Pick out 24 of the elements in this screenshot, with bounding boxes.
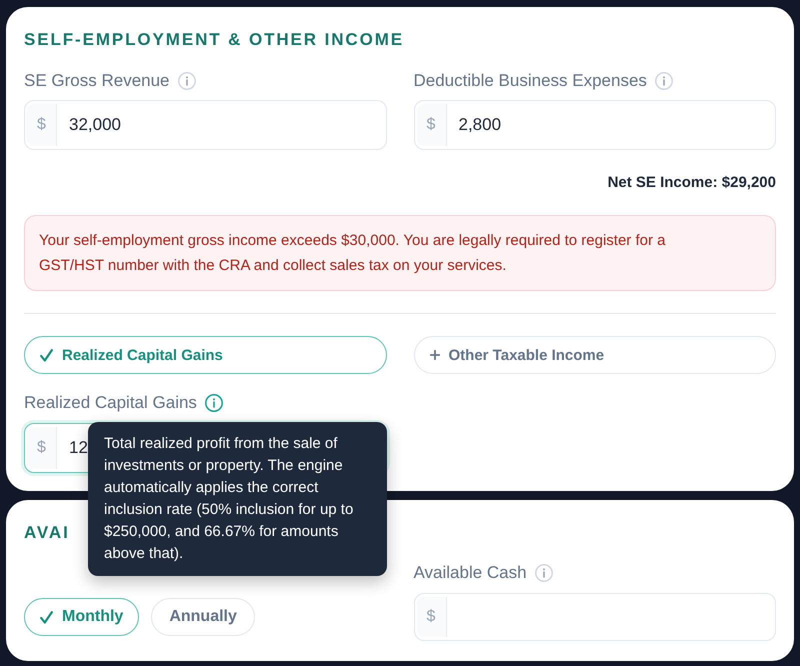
field-label: Realized Capital Gains xyxy=(24,393,197,413)
section-title: AVAI xyxy=(24,523,70,543)
toggle-button[interactable]: Realized Capital Gains xyxy=(24,336,386,374)
plus-icon xyxy=(430,350,440,360)
frequency-button[interactable]: Monthly xyxy=(24,598,140,636)
currency-prefix: $ xyxy=(416,597,446,637)
field-label: Deductible Business Expenses xyxy=(414,71,647,91)
currency-prefix: $ xyxy=(27,104,57,146)
warning-alert: Your self-employment gross income exceeds $30,000. You are legally required to register for a GST/HST number with the CRA and collect sales tax on your services. xyxy=(24,215,776,291)
field-label: SE Gross Revenue xyxy=(24,71,170,91)
net-income-total: Net SE Income: $29,200 xyxy=(608,174,776,192)
field-label: Available Cash xyxy=(414,563,527,583)
frequency-button[interactable]: Annually xyxy=(151,598,255,636)
info-icon[interactable] xyxy=(204,394,223,412)
check-icon xyxy=(40,348,53,362)
toggle-button[interactable]: Other Taxable Income xyxy=(414,336,776,374)
currency-prefix: $ xyxy=(27,427,57,469)
amount-input[interactable]: $ 32,000 xyxy=(24,100,386,150)
section-title: SELF-EMPLOYMENT & OTHER INCOME xyxy=(24,30,404,50)
amount-input[interactable]: $ xyxy=(414,593,776,641)
amount-input[interactable]: $ 2,800 xyxy=(414,100,776,150)
tooltip: Total realized profit from the sale of investments or property. The engine automatically applies the correct inclusion rate (50% inclusion for up to $250,000, and 66.67% for amounts above that). xyxy=(88,422,387,576)
check-icon xyxy=(40,610,53,624)
currency-prefix: $ xyxy=(416,104,446,146)
